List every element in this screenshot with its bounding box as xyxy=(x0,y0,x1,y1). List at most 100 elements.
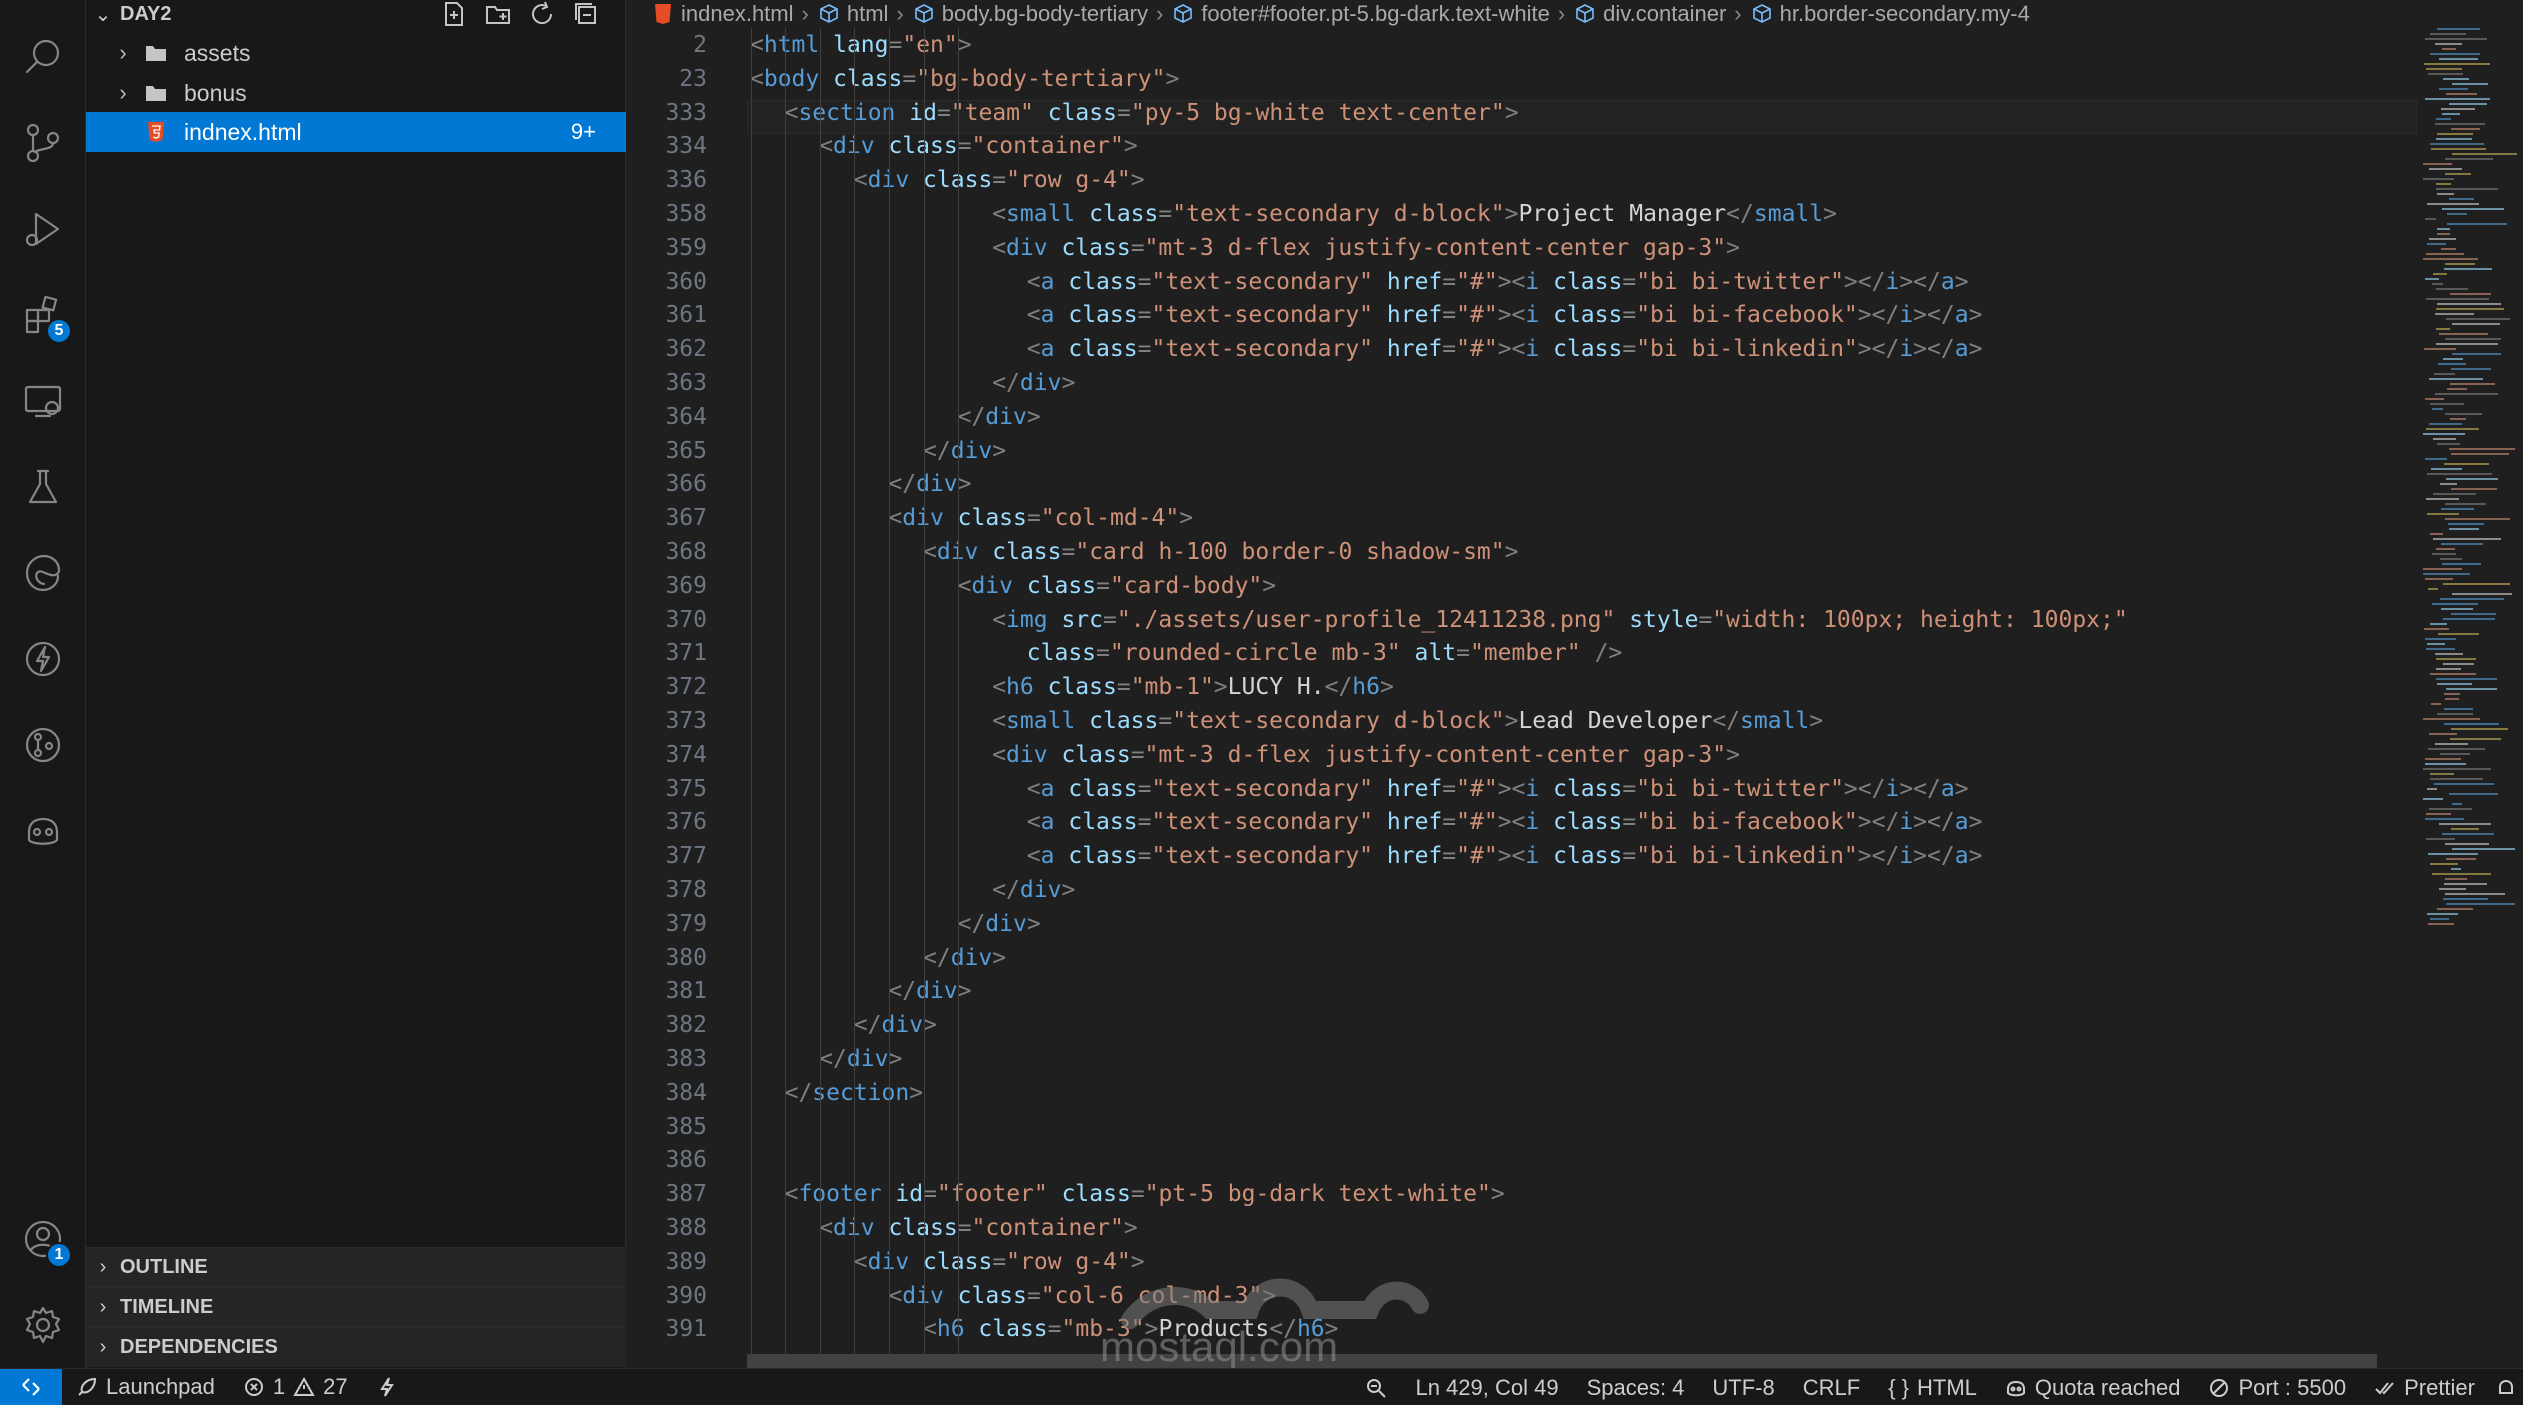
breadcrumb-item[interactable]: body.bg-body-tertiary xyxy=(912,1,1148,27)
code-token: class xyxy=(943,1282,1027,1309)
code-line[interactable]: 367 <div class="col-md-4"> xyxy=(627,501,2407,535)
git-graph-icon[interactable] xyxy=(0,702,86,788)
encoding[interactable]: UTF-8 xyxy=(1698,1369,1788,1405)
code-line[interactable]: 364 </div> xyxy=(627,400,2407,434)
line-number: 381 xyxy=(665,978,707,1005)
dependencies-panel-header[interactable]: › DEPENDENCIES xyxy=(86,1327,626,1367)
problems-item[interactable]: 1 27 xyxy=(229,1369,362,1405)
thunder-client-icon[interactable] xyxy=(0,616,86,702)
settings-gear-icon[interactable] xyxy=(0,1282,86,1368)
code-token: small xyxy=(1753,201,1824,227)
tree-item-indnex-html[interactable]: indnex.html 9+ xyxy=(86,112,626,152)
breadcrumb-item[interactable]: hr.border-secondary.my-4 xyxy=(1750,1,2030,27)
code-token: class xyxy=(874,133,958,160)
code-line[interactable]: 382 </div> xyxy=(627,1008,2407,1042)
code-line[interactable]: 387 <footer id="footer" class="pt-5 bg-da… xyxy=(627,1177,2407,1211)
code-line[interactable]: 336 <div class="row g-4"> xyxy=(627,163,2407,197)
cursor-position[interactable]: Ln 429, Col 49 xyxy=(1401,1369,1572,1405)
code-line[interactable]: 371 class="rounded-circle mb-3" alt="memb… xyxy=(627,636,2407,670)
code-line[interactable]: 362 <a class="text-secondary" href="#"><i… xyxy=(627,332,2407,366)
code-line[interactable]: 2 <html lang="en"> xyxy=(627,28,2407,62)
remote-explorer-icon[interactable] xyxy=(0,358,86,444)
code-line[interactable]: 386 xyxy=(627,1143,2407,1177)
code-line[interactable]: 390 <div class="col-6 col-md-3"> xyxy=(627,1279,2407,1313)
code-line[interactable]: 363 </div> xyxy=(627,366,2407,400)
collapse-all-icon[interactable] xyxy=(572,0,600,28)
notifications-item[interactable] xyxy=(2489,1369,2523,1405)
extensions-icon[interactable]: 5 xyxy=(0,272,86,358)
outline-panel-header[interactable]: › OUTLINE xyxy=(86,1247,626,1287)
indentation[interactable]: Spaces: 4 xyxy=(1573,1369,1699,1405)
breadcrumb-item[interactable]: div.container xyxy=(1573,1,1726,27)
code-line[interactable]: 391 <h6 class="mb-3">Products</h6> xyxy=(627,1312,2407,1346)
minimap-line xyxy=(2437,233,2450,235)
code-line[interactable]: 374 <div class="mt-3 d-flex justify-conte… xyxy=(627,738,2407,772)
code-line[interactable]: 383 </div> xyxy=(627,1042,2407,1076)
minimap-line xyxy=(2425,758,2461,760)
folder-header[interactable]: ⌄ DAY2 xyxy=(86,0,626,28)
code-line[interactable]: 333 <section id="team" class="py-5 bg-whi… xyxy=(627,96,2407,130)
source-control-icon[interactable] xyxy=(0,100,86,186)
code-token: ></ xyxy=(1857,302,1900,329)
code-token: > xyxy=(1213,674,1228,701)
minimap-line xyxy=(2442,113,2460,115)
prettier-item[interactable]: Prettier xyxy=(2360,1369,2489,1405)
edge-browser-icon[interactable] xyxy=(0,530,86,616)
zoom-item[interactable] xyxy=(1351,1369,1401,1405)
code-line[interactable]: 368 <div class="card h-100 border-0 shado… xyxy=(627,535,2407,569)
live-server-port[interactable]: Port : 5500 xyxy=(2194,1369,2360,1405)
code-token: > xyxy=(957,978,972,1005)
testing-flask-icon[interactable] xyxy=(0,444,86,530)
code-line[interactable]: 381 </div> xyxy=(627,974,2407,1008)
code-line[interactable]: 359 <div class="mt-3 d-flex justify-conte… xyxy=(627,231,2407,265)
code-line[interactable]: 376 <a class="text-secondary" href="#"><i… xyxy=(627,805,2407,839)
code-line[interactable]: 361 <a class="text-secondary" href="#"><i… xyxy=(627,298,2407,332)
code-line[interactable]: 375 <a class="text-secondary" href="#"><i… xyxy=(627,772,2407,806)
code-line[interactable]: 369 <div class="card-body"> xyxy=(627,569,2407,603)
copilot-icon[interactable] xyxy=(0,788,86,874)
code-line[interactable]: 360 <a class="text-secondary" href="#"><i… xyxy=(627,265,2407,299)
code-line[interactable]: 389 <div class="row g-4"> xyxy=(627,1245,2407,1279)
code-line[interactable]: 370 <img src="./assets/user-profile_12411… xyxy=(627,603,2407,637)
code-line[interactable]: 378 </div> xyxy=(627,873,2407,907)
breadcrumb-item[interactable]: footer#footer.pt-5.bg-dark.text-white xyxy=(1171,1,1550,27)
code-line[interactable]: 372 <h6 class="mb-1">LUCY H.</h6> xyxy=(627,670,2407,704)
breadcrumb-item[interactable]: indnex.html xyxy=(651,1,794,27)
horizontal-scrollbar[interactable] xyxy=(747,1354,2377,1368)
code-line[interactable]: 379 </div> xyxy=(627,907,2407,941)
code-line[interactable]: 366 </div> xyxy=(627,467,2407,501)
line-number: 363 xyxy=(665,370,707,396)
launchpad-item[interactable]: Launchpad xyxy=(62,1369,229,1405)
code-lines[interactable]: 2 <html lang="en"> 23 <body class="bg-body-… xyxy=(627,28,2407,1368)
run-debug-icon[interactable] xyxy=(0,186,86,272)
remote-indicator[interactable] xyxy=(0,1368,62,1405)
end-of-line[interactable]: CRLF xyxy=(1789,1369,1874,1405)
breadcrumb-item[interactable]: html xyxy=(817,1,888,27)
timeline-panel-header[interactable]: › TIMELINE xyxy=(86,1287,626,1327)
minimap-line xyxy=(2433,438,2456,440)
code-line[interactable]: 388 <div class="container"> xyxy=(627,1211,2407,1245)
code-editor[interactable]: indnex.html › html › body.bg-body-tertiary › f… xyxy=(627,0,2523,1368)
code-line[interactable]: 373 <small class="text-secondary d-block"… xyxy=(627,704,2407,738)
code-line[interactable]: 385 xyxy=(627,1110,2407,1144)
refresh-icon[interactable] xyxy=(528,0,556,28)
code-line[interactable]: 358 <small class="text-secondary d-block"… xyxy=(627,197,2407,231)
tree-item-assets[interactable]: › assets xyxy=(86,33,626,73)
new-file-icon[interactable] xyxy=(440,0,468,28)
lightning-item[interactable] xyxy=(362,1369,412,1405)
copilot-quota[interactable]: Quota reached xyxy=(1991,1369,2195,1405)
search-icon[interactable] xyxy=(0,14,86,100)
accounts-icon[interactable]: 1 xyxy=(0,1196,86,1282)
code-line[interactable]: 380 </div> xyxy=(627,941,2407,975)
code-line[interactable]: 365 </div> xyxy=(627,434,2407,468)
language-mode[interactable]: { } HTML xyxy=(1874,1369,1991,1405)
code-line[interactable]: 384 </section> xyxy=(627,1076,2407,1110)
code-line[interactable]: 23 <body class="bg-body-tertiary"> xyxy=(627,62,2407,96)
code-line[interactable]: 377 <a class="text-secondary" href="#"><i… xyxy=(627,839,2407,873)
code-token: = xyxy=(923,1181,937,1208)
minimap[interactable] xyxy=(2419,28,2523,928)
code-line[interactable]: 334 <div class="container"> xyxy=(627,129,2407,163)
new-folder-icon[interactable] xyxy=(484,0,512,28)
tree-item-bonus[interactable]: › bonus xyxy=(86,73,626,113)
minimap-line xyxy=(2425,578,2453,580)
